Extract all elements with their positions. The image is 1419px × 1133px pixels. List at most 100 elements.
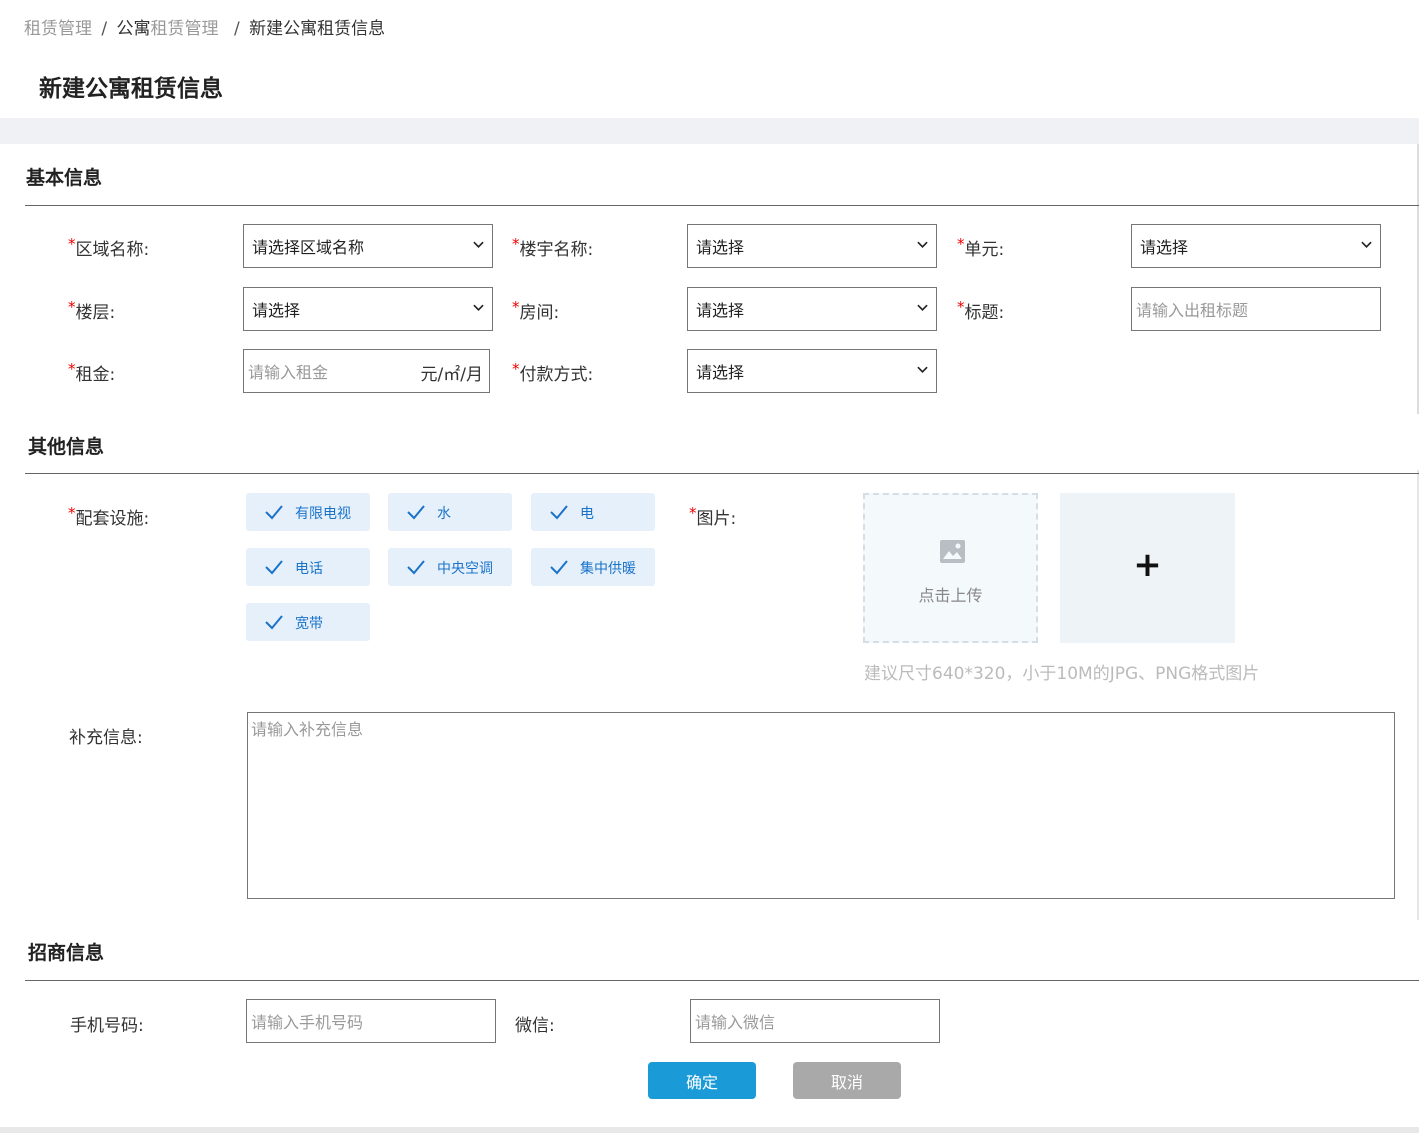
required-mark: * [512,298,520,316]
required-mark: * [689,504,697,522]
plus-icon: + [1133,545,1162,585]
check-icon [550,560,568,575]
room-select[interactable]: 请选择 [687,287,937,331]
check-icon [265,505,283,520]
payment-label: *付款方式: [512,360,593,385]
image-hint: 建议尺寸640*320，小于10M的JPG、PNG格式图片 [864,664,1260,684]
payment-select-value: 请选择 [696,363,745,382]
facilities-label: *配套设施: [68,504,149,529]
page-header: 租赁管理 / 公寓租赁管理 / 新建公寓租赁信息 新建公寓租赁信息 [0,0,1419,118]
section-divider [25,473,1419,474]
section-title-basic: 基本信息 [26,167,103,189]
chevron-down-icon [473,304,484,311]
confirm-button[interactable]: 确定 [648,1062,756,1099]
phone-input-placeholder: 请输入手机号码 [251,1013,364,1032]
area-select[interactable]: 请选择区域名称 [243,224,493,268]
chevron-down-icon [917,241,928,248]
add-image-button[interactable]: + [1060,493,1235,643]
building-label-text: 楼宇名称: [519,240,594,260]
required-mark: * [512,360,520,378]
rent-label-text: 租金: [75,365,116,385]
facility-chip-broadband[interactable]: 宽带 [246,603,370,641]
payment-label-text: 付款方式: [519,365,594,385]
facility-chip-label: 中央空调 [437,561,493,577]
section-title-other: 其他信息 [28,436,105,458]
facility-chip-central-ac[interactable]: 中央空调 [388,548,512,586]
section-title-merchant: 招商信息 [28,942,105,964]
title-input-placeholder: 请输入出租标题 [1136,301,1249,320]
title-label: *标题: [957,298,1004,323]
floor-select[interactable]: 请选择 [243,287,493,331]
cancel-button[interactable]: 取消 [793,1062,901,1099]
breadcrumb-item-current: 新建公寓租赁信息 [249,19,386,39]
breadcrumb-item-lease-management[interactable]: 租赁管理 [24,19,92,39]
floor-label: *楼层: [68,298,115,323]
title-label-text: 标题: [964,303,1005,323]
breadcrumb-item-apartment-lease-part1: 公寓 [116,19,151,39]
images-label-text: 图片: [696,509,737,529]
floor-select-value: 请选择 [252,301,301,320]
unit-label-text: 单元: [964,240,1005,260]
header-divider-band [0,118,1419,144]
room-label: *房间: [512,298,559,323]
facility-chip-label: 有限电视 [295,506,351,522]
unit-select[interactable]: 请选择 [1131,224,1381,268]
rent-label: *租金: [68,360,115,385]
room-label-text: 房间: [519,303,560,323]
facility-chip-label: 宽带 [295,616,323,632]
building-label: *楼宇名称: [512,235,593,260]
facility-chip-label: 集中供暖 [580,561,636,577]
breadcrumb: 租赁管理 / 公寓租赁管理 / 新建公寓租赁信息 [24,14,385,39]
check-icon [407,560,425,575]
wechat-label: 微信: [515,1016,555,1036]
facilities-label-text: 配套设施: [75,509,150,529]
facility-chip-phone[interactable]: 电话 [246,548,370,586]
facility-chip-cable-tv[interactable]: 有限电视 [246,493,370,531]
title-input[interactable]: 请输入出租标题 [1131,287,1381,331]
floor-label-text: 楼层: [75,303,116,323]
chevron-down-icon [1361,241,1372,248]
wechat-input[interactable]: 请输入微信 [690,999,940,1043]
unit-label: *单元: [957,235,1004,260]
extra-info-placeholder: 请输入补充信息 [251,720,364,739]
facility-chip-central-heating[interactable]: 集中供暖 [531,548,655,586]
payment-select[interactable]: 请选择 [687,349,937,393]
breadcrumb-separator: / [233,19,240,39]
page-title: 新建公寓租赁信息 [39,76,223,102]
check-icon [550,505,568,520]
wechat-input-placeholder: 请输入微信 [695,1013,776,1032]
required-mark: * [68,504,76,522]
section-divider [25,205,1419,206]
extra-info-label: 补充信息: [69,728,143,748]
breadcrumb-item-apartment-lease-part2: 租赁管理 [150,19,219,39]
footer-band [0,1127,1419,1133]
extra-info-textarea[interactable]: 请输入补充信息 [247,712,1395,899]
facility-chip-label: 电 [580,506,594,522]
check-icon [407,505,425,520]
breadcrumb-item-apartment-lease[interactable]: 公寓租赁管理 [117,19,219,39]
chevron-down-icon [917,304,928,311]
images-label: *图片: [689,504,736,529]
rent-input[interactable]: 请输入租金 元/㎡/月 [243,349,490,393]
image-icon [940,540,965,563]
building-select-value: 请选择 [696,238,745,257]
facility-chip-label: 电话 [295,561,323,577]
required-mark: * [512,235,520,253]
phone-label: 手机号码: [70,1016,144,1036]
required-mark: * [957,298,965,316]
room-select-value: 请选择 [696,301,745,320]
building-select[interactable]: 请选择 [687,224,937,268]
required-mark: * [68,298,76,316]
phone-input[interactable]: 请输入手机号码 [246,999,496,1043]
area-label-text: 区域名称: [75,240,150,260]
area-label: *区域名称: [68,235,149,260]
unit-select-value: 请选择 [1140,238,1189,257]
facility-chip-electricity[interactable]: 电 [531,493,655,531]
chevron-down-icon [917,366,928,373]
facility-chip-water[interactable]: 水 [388,493,512,531]
image-upload-area[interactable]: 点击上传 [863,493,1038,643]
rent-unit: 元/㎡/月 [420,365,483,385]
upload-text: 点击上传 [918,586,983,605]
chevron-down-icon [473,241,484,248]
required-mark: * [957,235,965,253]
